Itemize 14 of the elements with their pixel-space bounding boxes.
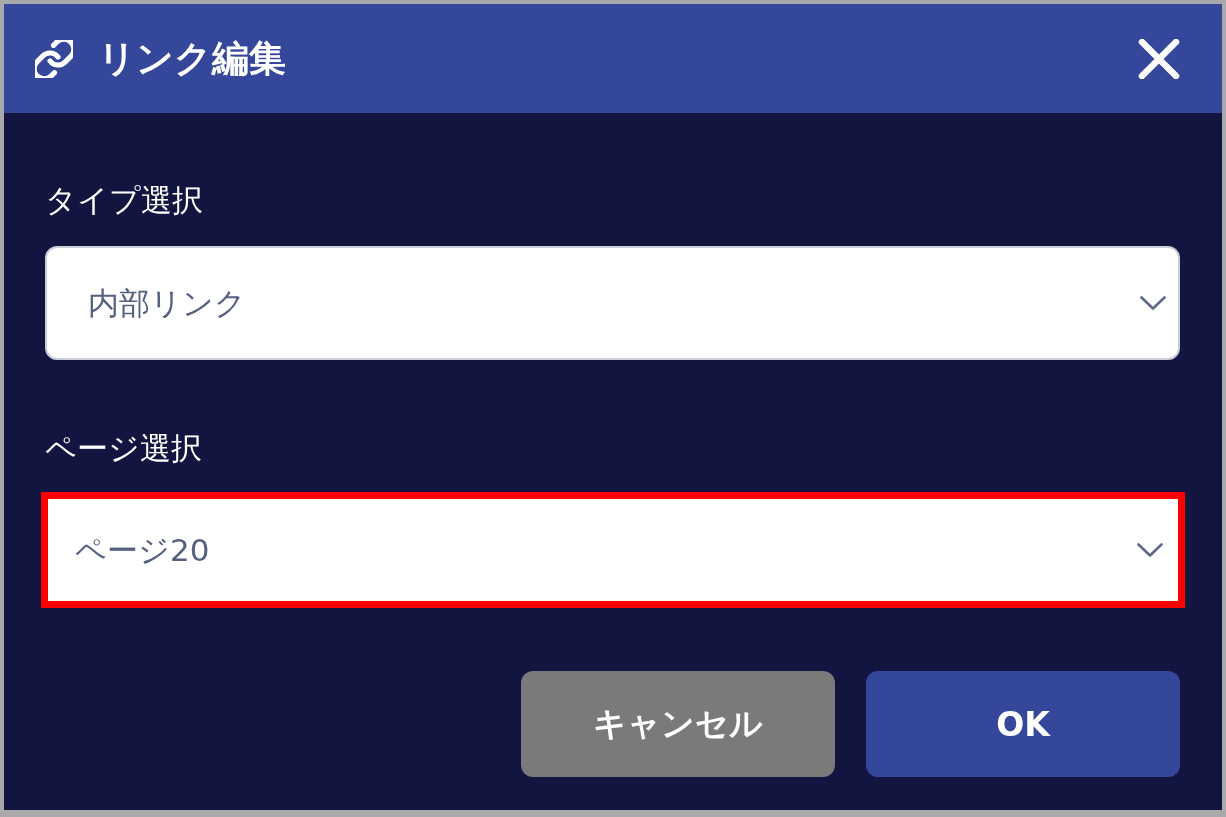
select-value: ページ20 [75,531,210,570]
close-icon [1138,38,1180,79]
chevron-down-icon [1137,543,1163,557]
select-field[interactable]: 内部リンク [45,246,1180,360]
close-button[interactable] [1138,38,1180,79]
link-icon [35,39,73,78]
dialog-button[interactable]: キャンセル [521,671,835,777]
select-field[interactable]: ページ20 [41,492,1185,608]
dialog-button[interactable]: OK [866,671,1180,777]
field-label: ページ選択 [45,429,202,468]
chevron-down-icon [1140,296,1166,310]
field-label: タイプ選択 [45,181,203,220]
select-value: 内部リンク [88,284,246,323]
dialog-title: リンク編集 [98,35,286,82]
